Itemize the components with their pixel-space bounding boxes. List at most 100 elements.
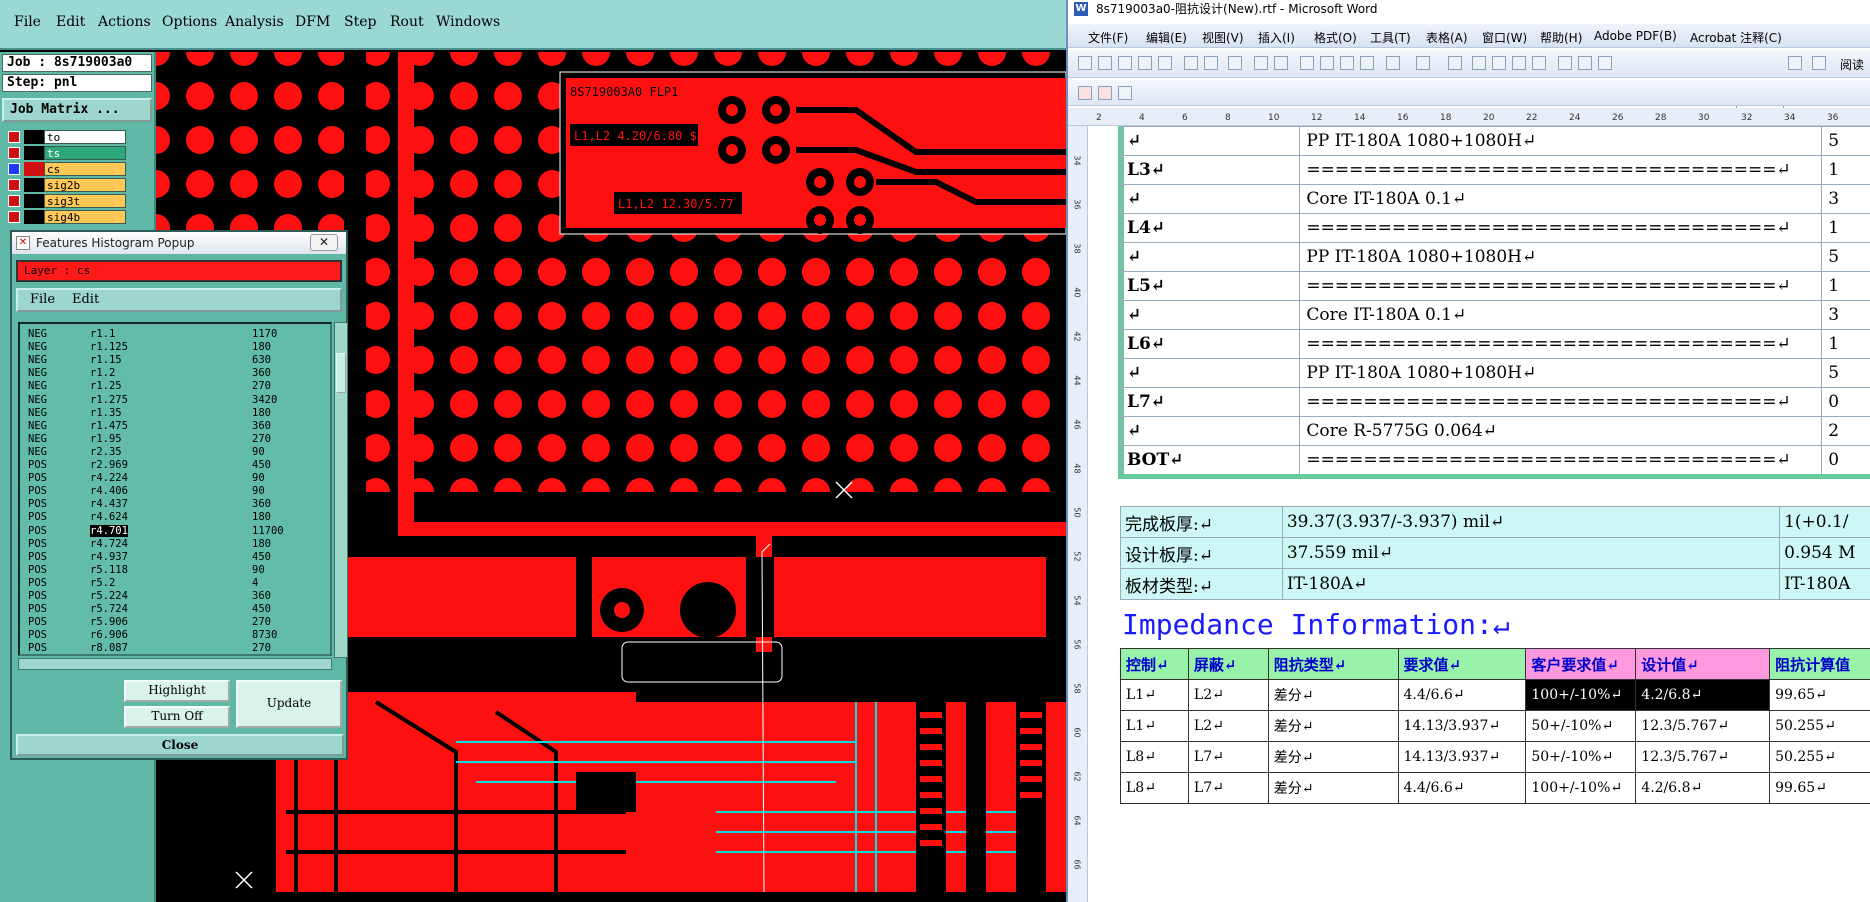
impedance-cell[interactable]: L1↵ xyxy=(1120,710,1189,742)
histogram-row[interactable]: NEG r1.475 360 xyxy=(24,420,324,433)
paste-icon[interactable] xyxy=(1340,56,1354,70)
show-hide-icon[interactable] xyxy=(1598,56,1612,70)
save-icon[interactable] xyxy=(1118,56,1132,70)
tables-borders-icon[interactable] xyxy=(1472,56,1486,70)
insert-excel-icon[interactable] xyxy=(1512,56,1526,70)
layer-name[interactable]: sig4b xyxy=(44,210,126,224)
thickness-cell[interactable]: 1 xyxy=(1821,213,1870,243)
impedance-cell[interactable]: L7↵ xyxy=(1187,772,1269,804)
job-matrix-button[interactable]: Job Matrix ... xyxy=(2,98,152,122)
histogram-row[interactable]: POS r4.406 90 xyxy=(24,485,324,498)
impedance-cell[interactable]: 50.255↵ xyxy=(1769,710,1870,742)
layer-cell[interactable]: ↵ xyxy=(1119,126,1301,156)
histogram-row[interactable]: NEG r2.35 90 xyxy=(24,446,324,459)
material-cell[interactable]: PP IT-180A 1080+1080H↵ xyxy=(1299,358,1823,388)
doc-map-icon[interactable] xyxy=(1578,56,1592,70)
histogram-row[interactable]: POS r4.937 450 xyxy=(24,551,324,564)
menu-rout[interactable]: Rout xyxy=(390,14,424,30)
histogram-row[interactable]: NEG r1.95 270 xyxy=(24,433,324,446)
histogram-row[interactable]: POS r8.087 270 xyxy=(24,642,324,654)
impedance-header-cell[interactable]: 要求值↵ xyxy=(1397,648,1527,680)
menu-step[interactable]: Step xyxy=(344,14,376,30)
layer-cell[interactable]: ↵ xyxy=(1119,184,1301,214)
impedance-cell[interactable]: 4.2/6.8↵ xyxy=(1635,772,1771,804)
open-icon[interactable] xyxy=(1098,56,1112,70)
histogram-row[interactable]: NEG r1.25 270 xyxy=(24,380,324,393)
toolbar-options-icon[interactable] xyxy=(1118,86,1132,100)
thickness-cell[interactable]: 1 xyxy=(1821,329,1870,359)
impedance-cell[interactable]: 4.4/6.6↵ xyxy=(1397,772,1527,804)
word-menu-edit[interactable]: 编辑(E) xyxy=(1146,29,1187,46)
layer-cell[interactable]: ↵ xyxy=(1119,358,1301,388)
histogram-row[interactable]: NEG r1.2 360 xyxy=(24,367,324,380)
thickness-extra[interactable]: IT-180A xyxy=(1779,568,1870,600)
layer-row-sig4b[interactable]: sig4b xyxy=(4,210,126,224)
histogram-row[interactable]: POS r2.969 450 xyxy=(24,459,324,472)
thickness-cell[interactable]: 0 xyxy=(1821,445,1870,475)
impedance-cell[interactable]: 4.4/6.6↵ xyxy=(1397,679,1527,711)
spelling-icon[interactable] xyxy=(1254,56,1268,70)
format-painter-icon[interactable] xyxy=(1360,56,1374,70)
document-page[interactable]: ↵ PP IT-180A 1080+1080H↵ 5 L3↵ =============… xyxy=(1092,126,1870,902)
menu-windows[interactable]: Windows xyxy=(436,14,500,30)
popup-menu-edit[interactable]: Edit xyxy=(72,292,99,307)
thickness-cell[interactable]: 1 xyxy=(1821,271,1870,301)
read-button[interactable]: 阅读 xyxy=(1840,56,1864,73)
thickness-cell[interactable]: 5 xyxy=(1821,242,1870,272)
material-cell[interactable]: =================================↵ xyxy=(1299,213,1823,243)
menu-dfm[interactable]: DFM xyxy=(295,14,330,30)
thickness-label[interactable]: 完成板厚:↵ xyxy=(1120,506,1283,538)
chevron-down-icon[interactable] xyxy=(1788,56,1802,70)
histogram-row[interactable]: NEG r1.275 3420 xyxy=(24,394,324,407)
impedance-cell[interactable]: 差分↵ xyxy=(1267,741,1399,773)
histogram-row[interactable]: POS r6.906 8730 xyxy=(24,629,324,642)
hyperlink-icon[interactable] xyxy=(1448,56,1462,70)
layer-cell[interactable]: ↵ xyxy=(1119,416,1301,446)
histogram-row[interactable]: NEG r1.125 180 xyxy=(24,341,324,354)
impedance-cell[interactable]: 100+/-10%↵ xyxy=(1525,772,1637,804)
layer-name[interactable]: sig2b xyxy=(44,178,126,192)
material-cell[interactable]: =================================↵ xyxy=(1299,271,1823,301)
columns-icon[interactable] xyxy=(1532,56,1546,70)
layer-name[interactable]: cs xyxy=(44,162,126,176)
word-menu-format[interactable]: 格式(O) xyxy=(1314,29,1357,46)
layer-row-cs[interactable]: cs xyxy=(4,162,126,176)
highlight-button[interactable]: Highlight xyxy=(124,680,230,702)
layer-row-to[interactable]: to xyxy=(4,130,126,144)
histogram-row[interactable]: POS r5.118 90 xyxy=(24,564,324,577)
menu-file[interactable]: File xyxy=(14,14,41,30)
word-menu-tools[interactable]: 工具(T) xyxy=(1370,29,1411,46)
impedance-cell[interactable]: L8↵ xyxy=(1120,772,1189,804)
thickness-cell[interactable]: 3 xyxy=(1821,184,1870,214)
histogram-row[interactable]: POS r5.2 4 xyxy=(24,577,324,590)
copy-icon[interactable] xyxy=(1320,56,1334,70)
impedance-cell[interactable]: 12.3/5.767↵ xyxy=(1635,710,1771,742)
impedance-cell[interactable]: 差分↵ xyxy=(1267,710,1399,742)
thickness-extra[interactable]: 1(+0.1/ xyxy=(1779,506,1870,538)
word-menu-window[interactable]: 窗口(W) xyxy=(1482,29,1527,46)
histogram-row[interactable]: POS r5.224 360 xyxy=(24,590,324,603)
drawing-icon[interactable] xyxy=(1558,56,1572,70)
histogram-row[interactable]: POS r4.724 180 xyxy=(24,538,324,551)
impedance-header-cell[interactable]: 设计值↵ xyxy=(1635,648,1771,680)
material-cell[interactable]: =================================↵ xyxy=(1299,387,1823,417)
impedance-cell[interactable]: 99.65↵ xyxy=(1769,679,1870,711)
layer-toggle-icon[interactable] xyxy=(8,179,20,191)
thickness-cell[interactable]: 3 xyxy=(1821,300,1870,330)
layer-cell[interactable]: L4↵ xyxy=(1119,213,1301,243)
material-cell[interactable]: Core IT-180A 0.1↵ xyxy=(1299,184,1823,214)
layer-name[interactable]: ts xyxy=(44,146,126,160)
update-button[interactable]: Update xyxy=(236,680,342,728)
layer-cell[interactable]: L6↵ xyxy=(1119,329,1301,359)
histogram-row[interactable]: NEG r1.15 630 xyxy=(24,354,324,367)
layer-cell[interactable]: L7↵ xyxy=(1119,387,1301,417)
material-cell[interactable]: Core R-5775G 0.064↵ xyxy=(1299,416,1823,446)
thickness-label[interactable]: 设计板厚:↵ xyxy=(1120,537,1283,569)
horizontal-ruler[interactable]: 2 4 6 8 10 12 14 16 18 20 22 24 26 28 30 32 34 36 xyxy=(1068,108,1870,126)
word-menu-help[interactable]: 帮助(H) xyxy=(1540,29,1582,46)
scroll-thumb[interactable] xyxy=(336,353,346,393)
word-menu-file[interactable]: 文件(F) xyxy=(1088,29,1128,46)
impedance-cell[interactable]: 12.3/5.767↵ xyxy=(1635,741,1771,773)
insert-table-icon[interactable] xyxy=(1492,56,1506,70)
thickness-cell[interactable]: 0 xyxy=(1821,387,1870,417)
